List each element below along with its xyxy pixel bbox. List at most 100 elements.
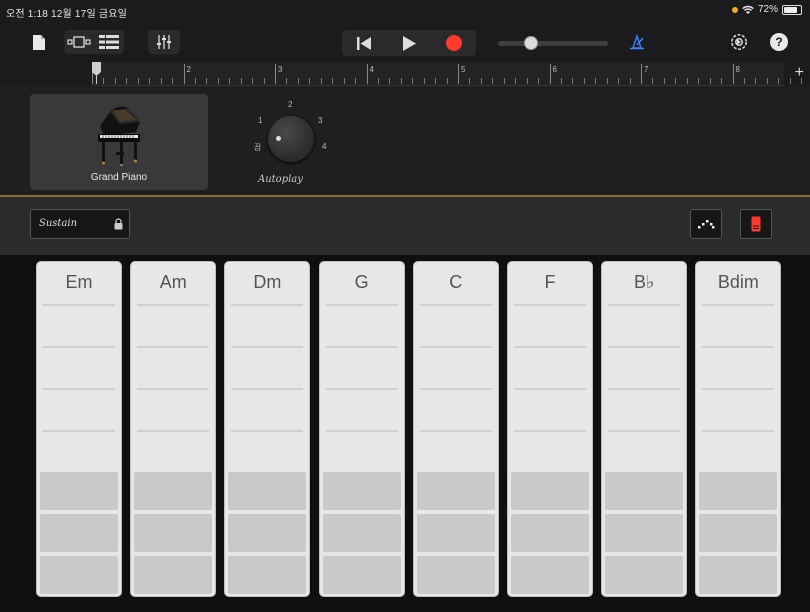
record-button[interactable] (431, 30, 476, 56)
transport-controls (342, 30, 476, 56)
ruler-tick (389, 78, 391, 84)
help-label: ? (770, 33, 788, 51)
chord-strips-button[interactable] (740, 209, 772, 239)
chord-strip[interactable]: Dm (224, 261, 311, 597)
chord-strip[interactable]: C (412, 261, 499, 597)
chord-bass-segment[interactable] (322, 514, 401, 552)
instrument-card[interactable]: Grand Piano (30, 94, 208, 190)
chord-key-segment[interactable] (696, 262, 780, 304)
ruler-tick (126, 78, 128, 84)
mixer-icon[interactable] (148, 30, 180, 54)
chord-bass-segment[interactable] (228, 514, 307, 552)
chord-bass-segment[interactable] (416, 514, 495, 552)
volume-slider[interactable] (498, 36, 608, 50)
chord-key-segment[interactable] (696, 348, 780, 390)
chord-key-segment[interactable] (508, 348, 592, 390)
autoplay-control: 2 1 3 끔 4 Autoplay (246, 94, 346, 190)
chord-key-segment[interactable] (37, 262, 121, 304)
ruler-track[interactable]: 12345678 (92, 62, 803, 86)
chord-key-segment[interactable] (225, 262, 309, 304)
chord-key-segment[interactable] (602, 348, 686, 390)
chord-key-segment[interactable] (602, 306, 686, 348)
chord-key-segment[interactable] (37, 390, 121, 432)
chord-key-segment[interactable] (602, 262, 686, 304)
settings-icon[interactable] (728, 30, 750, 54)
chord-bass-segment[interactable] (40, 556, 118, 594)
chord-key-segment[interactable] (37, 306, 121, 348)
chord-bass-segment[interactable] (605, 556, 684, 594)
autoplay-knob[interactable] (268, 116, 314, 162)
chord-key-segment[interactable] (414, 348, 498, 390)
ruler-tick (252, 78, 254, 84)
chord-bass-segment[interactable] (605, 514, 684, 552)
knob-label-3: 3 (318, 116, 323, 125)
ruler-tick (766, 78, 768, 84)
chord-key-segment[interactable] (131, 348, 215, 390)
add-section-button[interactable]: + (795, 64, 804, 82)
chord-strip[interactable]: Bdim (695, 261, 782, 597)
chord-strip[interactable]: Em (36, 261, 122, 597)
chord-key-segment[interactable] (225, 348, 309, 390)
chord-bass-segment[interactable] (134, 472, 213, 510)
document-icon[interactable] (28, 30, 50, 54)
chord-key-segment[interactable] (414, 306, 498, 348)
chord-strip[interactable]: F (507, 261, 593, 597)
chord-key-segment[interactable] (414, 262, 498, 304)
chord-bass-segment[interactable] (134, 556, 213, 594)
chord-bass-segment[interactable] (605, 472, 684, 510)
chord-key-segment[interactable] (602, 390, 686, 432)
metronome-icon[interactable] (626, 30, 648, 54)
chord-bass-segment[interactable] (322, 472, 401, 510)
chord-bass-segment[interactable] (228, 472, 307, 510)
record-icon[interactable] (445, 35, 462, 51)
lock-icon[interactable] (114, 218, 123, 230)
chord-key-segment[interactable] (508, 262, 592, 304)
chord-key-segment[interactable] (508, 306, 592, 348)
chord-bass-segment[interactable] (699, 556, 778, 594)
chord-bass-segment[interactable] (40, 472, 118, 510)
chord-bass-segment[interactable] (699, 472, 778, 510)
chord-key-segment[interactable] (131, 390, 215, 432)
chord-bass-segment[interactable] (416, 556, 495, 594)
chord-strip[interactable]: G (318, 261, 405, 597)
ruler-tick (240, 78, 242, 84)
chord-key-segment[interactable] (37, 348, 121, 390)
chord-bass-segment[interactable] (322, 556, 401, 594)
ruler-tick (618, 78, 620, 84)
ruler-tick (400, 78, 402, 84)
chord-key-segment[interactable] (225, 306, 309, 348)
chord-bass-segment[interactable] (228, 556, 307, 594)
chord-key-segment[interactable] (320, 348, 404, 390)
chord-strip[interactable]: Am (130, 261, 217, 597)
chord-bass-segment[interactable] (134, 514, 213, 552)
chord-key-segment[interactable] (414, 390, 498, 432)
rewind-icon[interactable] (342, 30, 387, 56)
chord-bass-segment[interactable] (699, 514, 778, 552)
view-toggle-icon[interactable] (64, 36, 94, 48)
chord-key-segment[interactable] (225, 390, 309, 432)
timeline-ruler[interactable]: 12345678 + (0, 62, 810, 86)
chord-key-segment[interactable] (696, 306, 780, 348)
volume-knob[interactable] (524, 36, 538, 50)
chord-key-segment[interactable] (508, 390, 592, 432)
sustain-button[interactable]: Sustain (30, 209, 130, 239)
chord-key-segment[interactable] (320, 262, 404, 304)
chord-key-segment[interactable] (696, 390, 780, 432)
playhead-icon[interactable] (92, 62, 102, 84)
chord-key-segment[interactable] (131, 306, 215, 348)
chord-key-segment[interactable] (131, 262, 215, 304)
chord-key-segment[interactable] (320, 390, 404, 432)
help-icon[interactable]: ? (768, 30, 790, 54)
ruler-tick (446, 78, 448, 84)
chord-bass-segment[interactable] (511, 556, 589, 594)
chord-bass-segment[interactable] (40, 514, 118, 552)
arpeggiator-button[interactable] (690, 209, 722, 239)
chord-bass-segment[interactable] (416, 472, 495, 510)
chord-bass-segment[interactable] (511, 472, 589, 510)
chord-bass-segment[interactable] (511, 514, 589, 552)
ruler-tick (377, 78, 379, 84)
chord-key-segment[interactable] (320, 306, 404, 348)
tracks-view-icon[interactable] (94, 35, 124, 49)
chord-strip[interactable]: B♭ (601, 261, 688, 597)
play-icon[interactable] (387, 30, 432, 56)
